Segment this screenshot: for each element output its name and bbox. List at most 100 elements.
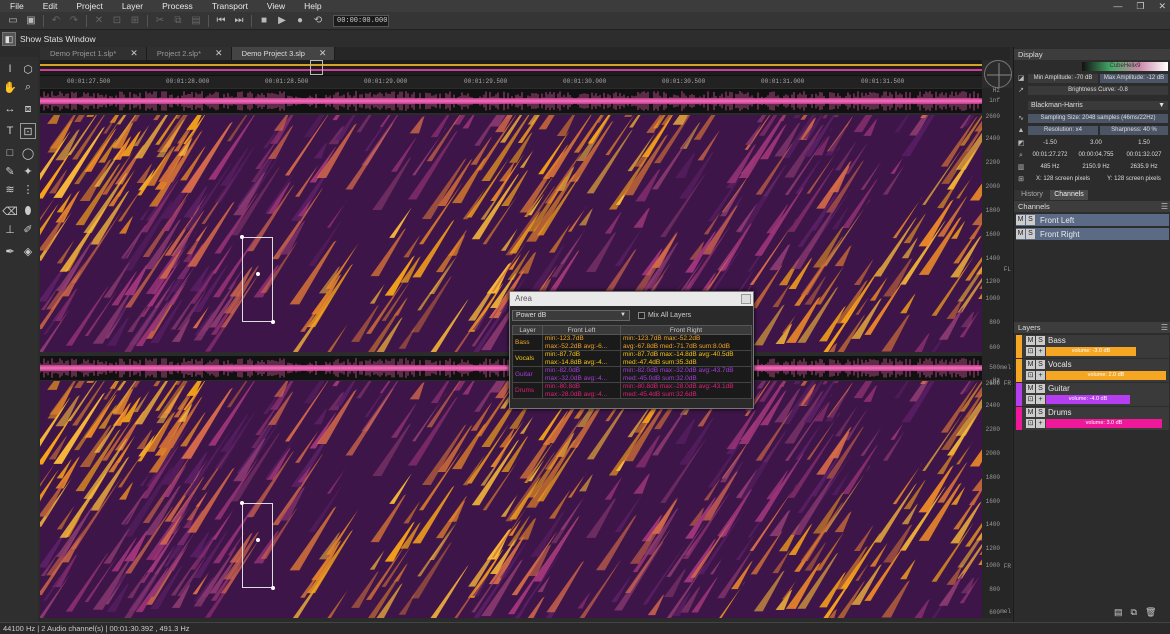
add-effect-icon[interactable]: + <box>1036 395 1045 404</box>
selection-box-fr[interactable] <box>242 503 273 588</box>
frequency-scale[interactable]: Hz inf 2600 2400 2200 2000 1800 1600 140… <box>982 87 1012 618</box>
volume-slider[interactable]: volume: -3.0 dB <box>1046 347 1136 356</box>
skip-end-icon[interactable]: ⏭ <box>230 13 248 29</box>
solo-button[interactable]: S <box>1026 215 1035 225</box>
sampling-size-slider[interactable]: Sampling Size: 2048 samples (46ms/22Hz) <box>1028 114 1168 123</box>
text-tool-icon[interactable]: T <box>2 123 18 139</box>
volume-slider[interactable]: volume: 3.0 dB <box>1046 419 1162 428</box>
mix-all-layers-checkbox[interactable]: Mix All Layers <box>638 311 691 319</box>
layer-row-guitar[interactable]: M S ⊡ + Guitar volume: -4.0 dB <box>1016 383 1169 406</box>
mute-button[interactable]: M <box>1016 215 1025 225</box>
y-pixels-field[interactable]: Y: 128 screen pixels <box>1100 175 1168 184</box>
maximize-button[interactable]: ❐ <box>1136 1 1144 12</box>
save-icon[interactable]: ▣ <box>22 13 40 29</box>
menu-project[interactable]: Project <box>66 0 111 12</box>
solo-button[interactable]: S <box>1036 408 1045 417</box>
layer-settings-icon[interactable]: ⊡ <box>1026 419 1035 428</box>
mute-button[interactable]: M <box>1016 229 1025 239</box>
freq-field[interactable]: 2150.9 Hz <box>1074 163 1118 172</box>
open-folder-icon[interactable]: ▭ <box>4 13 22 29</box>
mode-select[interactable]: Power dB ▼ <box>512 309 630 321</box>
frame-select-icon[interactable]: ⧈ <box>20 101 36 117</box>
solo-button[interactable]: S <box>1036 336 1045 345</box>
copy-icon[interactable]: ⧉ <box>169 13 187 29</box>
smudge-icon[interactable]: ⬮ <box>20 203 36 219</box>
mute-button[interactable]: M <box>1026 408 1035 417</box>
volume-slider[interactable]: volume: 2.0 dB <box>1046 371 1166 380</box>
close-dialog-button[interactable] <box>741 294 751 304</box>
cube-icon[interactable]: ⬡ <box>20 61 36 77</box>
new-layer-icon[interactable]: ▤ <box>1114 607 1123 618</box>
volume-slider[interactable]: volume: -4.0 dB <box>1046 395 1130 404</box>
redo-icon[interactable]: ↷ <box>65 13 83 29</box>
menu-transport[interactable]: Transport <box>202 0 257 12</box>
selection-box-fl[interactable] <box>242 237 273 322</box>
mute-button[interactable]: M <box>1026 384 1035 393</box>
layer-row-drums[interactable]: M S ⊡ + Drums volume: 3.0 dB <box>1016 407 1169 430</box>
time-ruler[interactable]: 00:01:27.500 00:01:28.000 00:01:28.500 0… <box>40 76 982 88</box>
pen-icon[interactable]: ✒ <box>2 243 18 259</box>
rect-select-icon[interactable]: □ <box>2 145 18 161</box>
close-button[interactable]: ✕ <box>1158 1 1166 12</box>
spectrogram-fr[interactable] <box>40 381 982 618</box>
lasso-icon[interactable]: ◯ <box>20 145 36 161</box>
menu-icon[interactable]: ☰ <box>1161 201 1168 212</box>
solo-button[interactable]: S <box>1036 384 1045 393</box>
brush-icon[interactable]: ✎ <box>2 163 18 179</box>
time-field[interactable]: 00:01:27.272 <box>1028 151 1072 160</box>
delete-layer-icon[interactable]: 🗑 <box>1145 607 1156 618</box>
max-amplitude-slider[interactable]: Max Amplitude: -12 dB <box>1100 74 1168 83</box>
add-effect-icon[interactable]: + <box>1036 419 1045 428</box>
frequency-icon[interactable]: ⋮ <box>20 181 36 197</box>
harmonics-icon[interactable]: ≋ <box>2 181 18 197</box>
paste-icon[interactable]: ▤ <box>187 13 205 29</box>
tab-demo-project-3[interactable]: Demo Project 3.slp ✕ <box>231 47 336 60</box>
close-tab-icon[interactable]: ✕ <box>319 48 327 59</box>
menu-icon[interactable]: ☰ <box>1161 322 1168 333</box>
mute-button[interactable]: M <box>1026 360 1035 369</box>
selection-handle[interactable] <box>240 501 244 505</box>
display-panel-header[interactable]: Display <box>1014 49 1170 60</box>
tab-history[interactable]: History <box>1014 190 1050 200</box>
minimize-button[interactable]: — <box>1113 1 1122 11</box>
menu-process[interactable]: Process <box>152 0 202 12</box>
time-field[interactable]: 00:01:32.027 <box>1122 151 1166 160</box>
layer-row-bass[interactable]: M S ⊡ + Bass volume: -3.0 dB <box>1016 335 1169 358</box>
magic-wand-icon[interactable]: ✦ <box>20 163 36 179</box>
solo-button[interactable]: S <box>1036 360 1045 369</box>
play-icon[interactable]: ▶ <box>273 13 291 29</box>
navigation-compass-icon[interactable] <box>984 60 1012 88</box>
selection-handle[interactable] <box>271 320 275 324</box>
x-pixels-field[interactable]: X: 128 screen pixels <box>1028 175 1098 184</box>
channel-row-front-right[interactable]: M S Front Right <box>1016 228 1169 240</box>
bucket-icon[interactable]: ◈ <box>20 243 36 259</box>
menu-help[interactable]: Help <box>294 0 330 12</box>
solo-button[interactable]: S <box>1026 229 1035 239</box>
tab-project-2[interactable]: Project 2.slp* ✕ <box>146 47 232 60</box>
freq-field[interactable]: 485 Hz <box>1028 163 1072 172</box>
add-effect-icon[interactable]: + <box>1036 371 1045 380</box>
value-field[interactable]: 1.50 <box>1122 139 1166 148</box>
hand-icon[interactable]: ✋ <box>2 79 18 95</box>
time-select-icon[interactable]: ↔ <box>2 101 18 117</box>
brightness-curve-slider[interactable]: Brightness Curve: -0.8 <box>1028 86 1168 95</box>
loop-icon[interactable]: ⟲ <box>309 13 327 29</box>
eraser-icon[interactable]: ⌫ <box>2 203 18 219</box>
area-dialog-titlebar[interactable]: Area <box>510 292 753 306</box>
channel-row-front-left[interactable]: M S Front Left <box>1016 214 1169 226</box>
mute-button[interactable]: M <box>1026 336 1035 345</box>
crop-icon[interactable]: ⊡ <box>108 13 126 29</box>
cut-icon[interactable]: ✂ <box>151 13 169 29</box>
stop-icon[interactable]: ■ <box>255 13 273 29</box>
record-icon[interactable]: ● <box>291 13 309 29</box>
window-function-select[interactable]: Blackman-Harris ▼ <box>1028 101 1168 110</box>
menu-layer[interactable]: Layer <box>112 0 152 12</box>
colormap-select[interactable]: CubeHelix9 <box>1082 62 1168 71</box>
value-field[interactable]: 3.00 <box>1074 139 1118 148</box>
overview-viewport[interactable] <box>310 60 323 75</box>
sharpness-slider[interactable]: Sharpness: 40 % <box>1100 126 1168 135</box>
undo-icon[interactable]: ↶ <box>47 13 65 29</box>
selection-handle[interactable] <box>240 235 244 239</box>
selection-handle[interactable] <box>256 538 260 542</box>
text-cursor-icon[interactable]: I <box>2 61 18 77</box>
